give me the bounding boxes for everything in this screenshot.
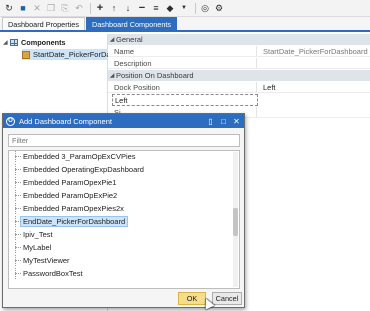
list-item-label: MyTestViewer (23, 256, 70, 265)
component-icon (22, 50, 30, 59)
tab-dashboard-components[interactable]: Dashboard Components (85, 17, 178, 30)
tree-line (9, 216, 23, 227)
list-item[interactable]: Embedded OperatingExpDashboard (9, 164, 233, 175)
list-item[interactable]: MyLabel (9, 242, 233, 253)
cancel-button[interactable]: Cancel (212, 292, 242, 305)
toolbar-separator (90, 2, 91, 14)
tree-line (9, 242, 23, 253)
dialog-title-bar[interactable]: O Add Dashboard Component ▯ □ ✕ (3, 114, 244, 128)
collapse-icon[interactable]: ◢ (108, 72, 116, 79)
category-position[interactable]: ◢ Position On Dashboard (108, 70, 370, 81)
undo-icon[interactable]: ↶ (73, 2, 85, 14)
list-item-label: Ipiv_Test (23, 230, 53, 239)
tree-root[interactable]: ◢ Components (3, 37, 66, 48)
property-value[interactable]: StartDate_PickerForDashboard (256, 46, 370, 56)
property-row-name[interactable]: Name StartDate_PickerForDashboard (108, 46, 370, 57)
dropdown-icon[interactable]: ▼ (178, 2, 190, 14)
maximize-icon[interactable]: □ (218, 116, 229, 127)
tree-line (9, 268, 23, 279)
list-item[interactable]: Embedded 3_ParamOpExCVPies (9, 151, 233, 162)
property-name: Dock Position (114, 82, 160, 92)
tree-line (9, 229, 23, 240)
preview-icon[interactable]: ◎ (199, 2, 211, 14)
toolbar: ↻ ■ ✕ ❐ ⎘ ↶ + ↑ ↓ − ≡ ◆ ▼ ◎ ⚙ (0, 0, 370, 17)
property-name: Name (114, 46, 135, 56)
list-item-label: MyLabel (23, 243, 52, 252)
delete-icon[interactable]: ✕ (31, 2, 43, 14)
list-item-label: Embedded ParamOpExPie2 (23, 191, 118, 200)
dialog-title: Add Dashboard Component (19, 116, 112, 126)
scrollbar-thumb[interactable] (233, 208, 238, 236)
list-scrollbar[interactable] (233, 152, 238, 287)
list-item[interactable]: Embedded ParamOpExPie2 (9, 190, 233, 201)
add-component-dialog: O Add Dashboard Component ▯ □ ✕ Embedded… (2, 113, 245, 310)
toolbar-separator (195, 2, 196, 14)
app-logo-icon: O (6, 116, 15, 126)
copy-icon[interactable]: ❐ (45, 2, 57, 14)
property-value[interactable] (256, 107, 370, 117)
category-general[interactable]: ◢ General (108, 34, 370, 45)
list-item-label: EndDate_PickerForDashboard (20, 216, 129, 227)
tree-line (9, 177, 23, 188)
add-icon[interactable]: + (94, 2, 106, 14)
move-down-icon[interactable]: ↓ (122, 2, 134, 14)
tab-strip: Dashboard Properties Dashboard Component… (0, 17, 370, 32)
list-item[interactable]: PasswordBoxTest (9, 268, 233, 279)
tree-root-label: Components (21, 38, 66, 47)
category-label: General (116, 35, 143, 44)
restore-icon[interactable]: ▯ (205, 116, 216, 127)
paste-icon[interactable]: ⎘ (59, 2, 71, 14)
dock-position-editor[interactable]: Left (112, 94, 258, 106)
property-name: Description (114, 58, 152, 68)
list-item[interactable]: Embedded ParamOpexPie1 (9, 177, 233, 188)
tree-line (9, 203, 23, 214)
list-item-label: Embedded ParamOpexPie1 (23, 178, 117, 187)
list-item-label: Embedded OperatingExpDashboard (23, 165, 144, 174)
list-item[interactable]: Embedded ParamOpexPies2x (9, 203, 233, 214)
refresh-icon[interactable]: ↻ (3, 2, 15, 14)
tree-line (9, 190, 23, 201)
category-label: Position On Dashboard (116, 71, 194, 80)
list-item-label: Embedded ParamOpexPies2x (23, 204, 124, 213)
move-up-icon[interactable]: ↑ (108, 2, 120, 14)
tree-line (9, 255, 23, 266)
arrange-icon[interactable]: ≡ (150, 2, 162, 14)
filter-input[interactable] (8, 134, 240, 147)
collapse-icon[interactable]: ◢ (3, 39, 10, 46)
tag-icon[interactable]: ◆ (164, 2, 176, 14)
tree-line (9, 164, 23, 175)
application-window: ↻ ■ ✕ ❐ ⎘ ↶ + ↑ ↓ − ≡ ◆ ▼ ◎ ⚙ Dashboard … (0, 0, 370, 311)
tree-line (9, 151, 23, 162)
property-value[interactable]: Left (256, 82, 370, 92)
list-item[interactable]: Ipiv_Test (9, 229, 233, 240)
component-list: Embedded 3_ParamOpExCVPies Embedded Oper… (8, 150, 240, 289)
collapse-icon[interactable]: ◢ (108, 36, 116, 43)
tab-dashboard-properties[interactable]: Dashboard Properties (2, 17, 85, 30)
settings-icon[interactable]: ⚙ (213, 2, 225, 14)
list-item[interactable]: MyTestViewer (9, 255, 233, 266)
save-icon[interactable]: ■ (17, 2, 29, 14)
list-item-label: PasswordBoxTest (23, 269, 83, 278)
grid-icon (10, 39, 18, 46)
list-item-label: Embedded 3_ParamOpExCVPies (23, 152, 136, 161)
remove-icon[interactable]: − (136, 2, 148, 14)
property-row-description[interactable]: Description (108, 58, 370, 69)
property-row-dock[interactable]: Dock Position Left (108, 82, 370, 93)
property-value[interactable] (256, 58, 370, 68)
list-item-selected[interactable]: EndDate_PickerForDashboard (9, 216, 233, 227)
close-icon[interactable]: ✕ (231, 116, 242, 127)
